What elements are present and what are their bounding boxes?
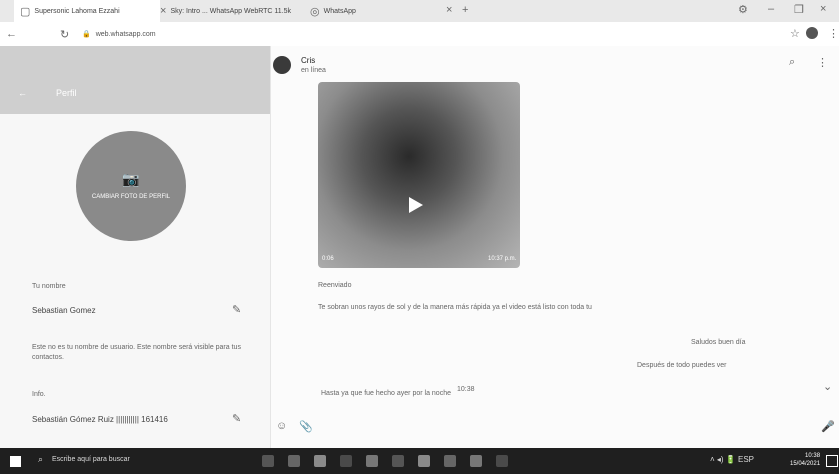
- profile-photo[interactable]: 📷 CAMBIAR FOTO DE PERFIL: [76, 131, 186, 241]
- reload-icon[interactable]: ↻: [60, 28, 69, 41]
- tab-1[interactable]: ▢ Supersonic Lahoma Ezzahi: [14, 0, 160, 22]
- contact-status: en línea: [301, 67, 326, 74]
- new-tab-icon[interactable]: +: [462, 4, 468, 16]
- forwarded-label: Reenviado: [318, 282, 352, 289]
- clock-date: 15/04/2021: [790, 461, 821, 467]
- video-duration: 0:06: [322, 256, 334, 262]
- star-icon[interactable]: ☆: [790, 27, 800, 40]
- notifications-icon[interactable]: [826, 455, 838, 467]
- close-icon[interactable]: ×: [160, 5, 166, 17]
- profile-title: Perfil: [56, 88, 77, 98]
- menu-icon[interactable]: ⋮: [828, 27, 839, 40]
- mic-icon[interactable]: 🎤: [821, 420, 835, 433]
- message-1: Te sobran unos rayos de sol y de la mane…: [318, 304, 592, 311]
- contact-name[interactable]: Cris: [301, 56, 315, 65]
- explorer-icon[interactable]: [340, 455, 352, 467]
- minimize-icon[interactable]: –: [768, 3, 774, 15]
- back-arrow-icon[interactable]: ←: [18, 88, 27, 98]
- info-label: Info.: [32, 391, 46, 398]
- windows-start-icon[interactable]: [10, 456, 21, 467]
- back-icon[interactable]: ←: [6, 28, 17, 40]
- store-icon[interactable]: [366, 455, 378, 467]
- chat-pane: Cris en línea ⌕ ⋮ 0:06 10:37 p.m. Reenvi…: [271, 46, 839, 448]
- profile-avatar[interactable]: [806, 27, 818, 39]
- cortana-icon[interactable]: [262, 455, 274, 467]
- tab-bar: ▢ Supersonic Lahoma Ezzahi × Sky: Intro …: [0, 0, 839, 22]
- video-time: 10:37 p.m.: [488, 256, 517, 262]
- taskbar-search[interactable]: Escribe aquí para buscar: [52, 456, 130, 463]
- page-icon: ▢: [20, 5, 31, 18]
- task-view-icon[interactable]: [288, 455, 300, 467]
- url-field[interactable]: 🔒 web.whatsapp.com: [82, 27, 642, 41]
- message-2: Saludos buen día: [691, 339, 746, 346]
- clock[interactable]: 10:38 15/04/2021: [790, 452, 820, 468]
- profile-pane: ← Perfil 📷 CAMBIAR FOTO DE PERFIL Tu nom…: [0, 46, 271, 448]
- window-close-icon[interactable]: ×: [820, 3, 826, 15]
- address-bar: ← ↻ 🔒 web.whatsapp.com ☆ ⋮: [0, 22, 839, 47]
- contact-avatar[interactable]: [273, 56, 291, 74]
- chat-menu-icon[interactable]: ⋮: [817, 56, 828, 69]
- system-tray-icons[interactable]: ˄ ◂) 🔋 ESP: [710, 455, 754, 464]
- app-icon[interactable]: [418, 455, 430, 467]
- name-note: Este no es tu nombre de usuario. Este no…: [32, 344, 241, 361]
- settings-app-icon[interactable]: [496, 455, 508, 467]
- excel-icon[interactable]: [470, 455, 482, 467]
- clock-time: 10:38: [805, 453, 821, 459]
- camera-icon: 📷: [122, 171, 140, 187]
- edit-name-icon[interactable]: ✎: [232, 303, 241, 316]
- profile-header: ← Perfil: [0, 46, 270, 114]
- lock-icon: 🔒: [82, 31, 91, 38]
- video-message[interactable]: 0:06 10:37 p.m.: [318, 82, 520, 268]
- attach-icon[interactable]: 📎: [299, 420, 313, 433]
- edit-info-icon[interactable]: ✎: [232, 412, 241, 425]
- name-value: Sebastian Gomez: [32, 306, 96, 315]
- message-2-sub: Después de todo puedes ver: [637, 362, 727, 369]
- name-label: Tu nombre: [32, 283, 66, 290]
- message-3-time: 10:38: [457, 386, 475, 393]
- photo-caption: CAMBIAR FOTO DE PERFIL: [91, 194, 171, 200]
- search-icon[interactable]: ⌕: [789, 56, 795, 69]
- word-icon[interactable]: [444, 455, 456, 467]
- settings-icon[interactable]: ⚙: [738, 3, 748, 16]
- message-3: Hasta ya que fue hecho ayer por la noche: [321, 390, 451, 397]
- photos-icon[interactable]: [314, 455, 326, 467]
- scroll-down-icon[interactable]: ⌄: [823, 380, 832, 393]
- tab-2[interactable]: × Sky: Intro ... WhatsApp WebRTC 11.5k: [154, 0, 310, 22]
- chrome-icon[interactable]: [392, 455, 404, 467]
- tab-3[interactable]: ◎ WhatsApp: [304, 0, 440, 22]
- close-icon[interactable]: ×: [446, 4, 452, 16]
- play-icon[interactable]: [409, 197, 423, 213]
- emoji-icon[interactable]: ☺: [276, 420, 287, 432]
- info-value: Sebastián Gómez Ruiz ||||||||||| 161416: [32, 415, 168, 424]
- search-icon[interactable]: ⌕: [38, 454, 43, 465]
- whatsapp-icon: ◎: [310, 5, 320, 18]
- taskbar: ⌕ Escribe aquí para buscar ˄ ◂) 🔋 ESP 10…: [0, 448, 839, 474]
- maximize-icon[interactable]: ❐: [794, 3, 804, 16]
